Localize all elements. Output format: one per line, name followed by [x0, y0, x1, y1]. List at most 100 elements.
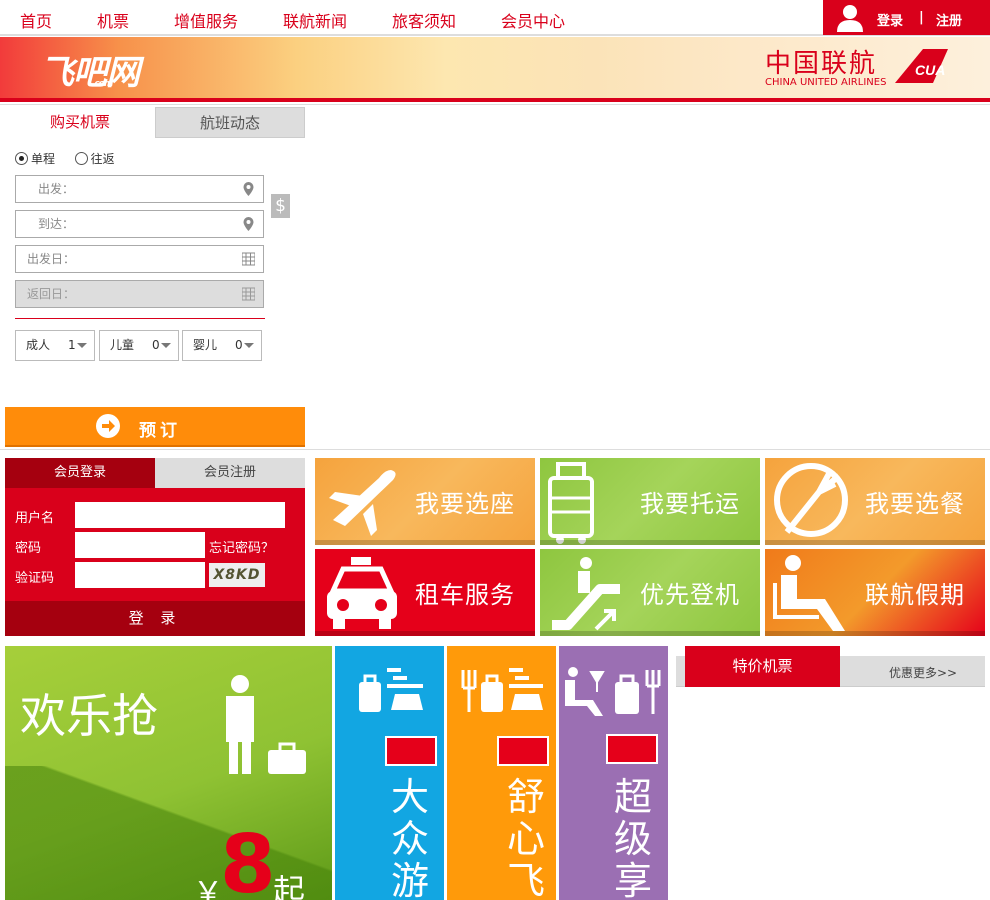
adult-count-select[interactable]: 成人 1 [15, 330, 95, 361]
captcha-image[interactable]: X8KD [209, 563, 265, 587]
tile-shadow [315, 540, 535, 545]
price-value: 8 [220, 818, 276, 900]
fare-name: 大众游 [390, 775, 429, 900]
login-link[interactable]: 登录 [877, 10, 903, 29]
tab-buy-tickets[interactable]: 购买机票 [5, 107, 155, 138]
price-suffix: 起 [273, 872, 306, 900]
infant-count-select[interactable]: 婴儿 0 [182, 330, 262, 361]
password-input[interactable] [75, 532, 205, 558]
captcha-label: 验证码 [15, 571, 55, 586]
depart-date-input[interactable]: 出发日： [15, 245, 264, 273]
user-icon [837, 5, 863, 32]
register-link[interactable]: 注册 [936, 10, 962, 29]
tab-member-login[interactable]: 会员登录 [5, 458, 155, 488]
round-trip-label: 往返 [90, 152, 115, 166]
airline-name-en: CHINA UNITED AIRLINES [765, 77, 887, 88]
lounge-baggage-meal-icon [565, 667, 661, 716]
depart-city-input[interactable]: 出发： [15, 175, 264, 203]
taxi-icon [327, 557, 397, 629]
service-tile-holidays[interactable]: 联航假期 [765, 549, 985, 636]
round-trip-radio[interactable] [74, 152, 88, 165]
tab-flight-status[interactable]: 航班动态 [155, 107, 305, 138]
service-label: 我要选座 [415, 490, 515, 518]
swap-cities-button[interactable]: $ [271, 194, 290, 218]
username-label: 用户名 [15, 511, 55, 526]
child-count-select[interactable]: 儿童 0 [99, 330, 179, 361]
nav-item-value-added[interactable]: 增值服务 [174, 8, 238, 32]
divider [0, 104, 990, 105]
tile-shadow [315, 631, 535, 636]
tab-special-fares[interactable]: 特价机票 [685, 646, 840, 687]
site-logo-domain: .com [92, 79, 113, 89]
nav-item-member-center[interactable]: 会员中心 [501, 8, 565, 32]
promo-fare-popular[interactable]: 大众游 [335, 646, 444, 900]
arrive-city-input[interactable]: 到达： [15, 210, 264, 238]
top-nav: 首页 机票 增值服务 联航新闻 旅客须知 会员中心 登录 | 注册 [0, 0, 990, 36]
airplane-icon [329, 470, 396, 536]
member-login-form: 用户名 密码 忘记密码？ 验证码 X8KD 登 录 [5, 488, 305, 636]
site-logo[interactable]: 飞吧网 .com [40, 45, 140, 94]
service-tile-priority-boarding[interactable]: 优先登机 [540, 549, 760, 636]
account-divider: | [919, 10, 924, 25]
divider [15, 318, 265, 319]
meal-icon [774, 463, 848, 537]
red-envelope-icon [385, 736, 437, 766]
login-submit-button[interactable]: 登 录 [5, 601, 305, 636]
price-currency: ￥ [193, 876, 223, 900]
tile-shadow [540, 540, 760, 545]
service-tile-car-rental[interactable]: 租车服务 [315, 549, 535, 636]
service-tile-baggage[interactable]: 我要托运 [540, 458, 760, 545]
fare-name: 超级享 [613, 775, 652, 900]
book-button[interactable]: 预订 [5, 407, 305, 447]
forgot-password-link[interactable]: 忘记密码？ [209, 537, 274, 556]
infant-value: 0 [235, 338, 243, 352]
one-way-label: 单程 [31, 152, 56, 166]
luggage-icon [548, 462, 594, 544]
tile-shadow [540, 631, 760, 636]
cua-logo-text: CUA [915, 62, 945, 78]
arrow-right-icon [96, 414, 120, 438]
username-input[interactable] [75, 502, 285, 528]
promo-fare-premium[interactable]: 超级享 [559, 646, 668, 900]
nav-item-passenger-notice[interactable]: 旅客须知 [392, 8, 456, 32]
red-envelope-icon [497, 736, 549, 766]
seat-icon [773, 555, 845, 631]
tile-shadow [765, 631, 985, 636]
adult-value: 1 [68, 338, 76, 352]
service-label: 优先登机 [640, 581, 740, 609]
traveler-icon [226, 675, 306, 774]
service-label: 我要托运 [640, 490, 740, 518]
one-way-radio[interactable] [15, 152, 28, 165]
tab-member-register[interactable]: 会员注册 [155, 458, 305, 488]
escalator-icon [552, 557, 620, 631]
location-pin-icon [243, 182, 254, 196]
tile-shadow [765, 540, 985, 545]
arrive-placeholder: 到达： [38, 217, 75, 231]
chevron-down-icon [77, 343, 87, 348]
trip-type: 单程 往返 [15, 150, 115, 167]
child-label: 儿童 [110, 338, 135, 352]
service-tile-seat[interactable]: 我要选座 [315, 458, 535, 545]
account-bar: 登录 | 注册 [823, 0, 990, 35]
nav-item-news[interactable]: 联航新闻 [283, 8, 347, 32]
service-tile-meal[interactable]: 我要选餐 [765, 458, 985, 545]
nav-item-tickets[interactable]: 机票 [97, 8, 129, 32]
service-label: 联航假期 [865, 581, 965, 609]
service-label: 租车服务 [415, 581, 515, 609]
airline-name-cn: 中国联航 [765, 49, 878, 79]
baggage-seat-icon [359, 668, 423, 712]
captcha-input[interactable] [75, 562, 205, 588]
book-button-label: 预订 [139, 421, 181, 441]
depart-date-placeholder: 出发日： [27, 252, 76, 266]
red-envelope-icon [606, 734, 658, 764]
nav-item-home[interactable]: 首页 [20, 8, 52, 32]
promo-fare-comfort[interactable]: 舒心飞 [447, 646, 556, 900]
password-label: 密码 [15, 541, 42, 556]
infant-label: 婴儿 [193, 338, 218, 352]
adult-label: 成人 [26, 338, 51, 352]
return-date-input[interactable]: 返回日： [15, 280, 264, 308]
promo-title: 欢乐抢 [20, 689, 158, 743]
more-deals-link[interactable]: 优惠更多>> [889, 664, 957, 681]
promo-flash-sale[interactable]: 欢乐抢 ￥ 8 起 [5, 646, 332, 900]
child-value: 0 [152, 338, 160, 352]
